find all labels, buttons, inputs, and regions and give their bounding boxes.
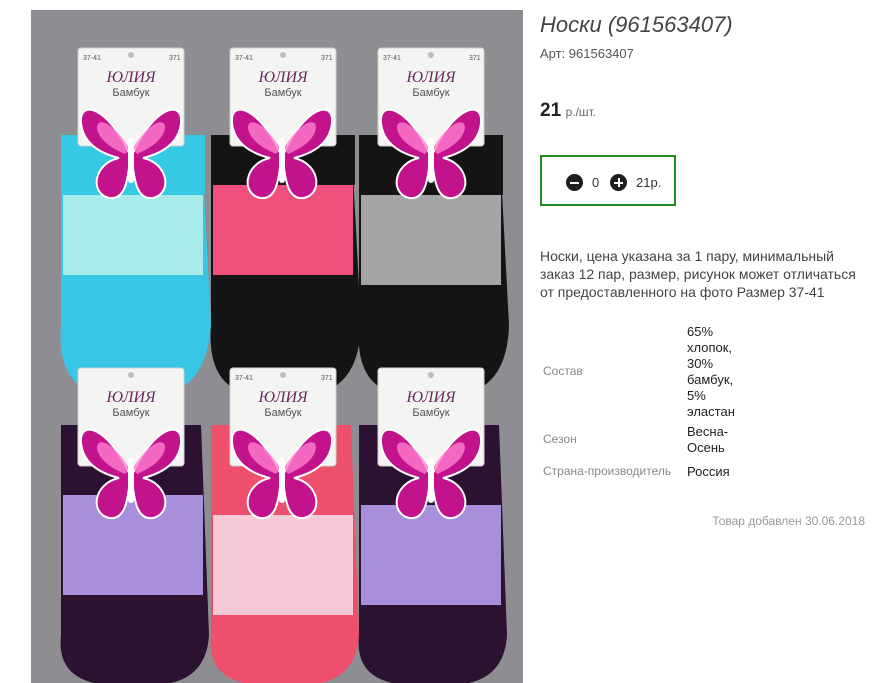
product-sku: Арт: 961563407 — [540, 46, 634, 61]
tag-brand-label: ЮЛИЯ — [405, 69, 457, 86]
property-label: Страна-производитель — [543, 464, 672, 478]
tag-brand-label: ЮЛИЯ — [105, 69, 157, 86]
tag-size-label: 37-41 — [383, 55, 401, 62]
property-label: Состав — [543, 364, 583, 378]
product-price: 21 р./шт. — [540, 100, 596, 122]
tag-code-label: 371 — [321, 55, 333, 62]
tag-material-label: Бамбук — [412, 407, 449, 419]
tag-code-label: 371 — [169, 55, 181, 62]
product-info: Носки (961563407) Арт: 961563407 21 р./ш… — [540, 0, 873, 683]
property-value: Весна-Осень — [687, 424, 729, 455]
tag-brand-label: ЮЛИЯ — [105, 389, 157, 406]
tag-code-label: 371 — [469, 55, 481, 62]
property-label: Сезон — [543, 432, 577, 446]
product-description: Носки, цена указана за 1 пару, минимальн… — [540, 248, 856, 300]
added-date: Товар добавлен 30.06.2018 — [712, 514, 865, 528]
cart-total: 21р. — [636, 175, 662, 190]
price-unit: р./шт. — [565, 105, 597, 119]
tag-brand-label: ЮЛИЯ — [257, 389, 309, 406]
tag-brand-label: ЮЛИЯ — [405, 389, 457, 406]
price-amount: 21 — [540, 100, 562, 121]
quantity-value: 0 — [592, 175, 600, 190]
property-value: 65% хлопок, 30% бамбук, 5% эластан — [687, 324, 735, 419]
tag-code-label: 371 — [321, 375, 333, 382]
tag-material-label: Бамбук — [264, 407, 301, 419]
property-value: Россия — [687, 464, 730, 479]
tag-size-label: 37-41 — [83, 55, 101, 62]
tag-material-label: Бамбук — [412, 87, 449, 99]
product-photo-image: 37-41 371 37-41 371 37-41 371 37-41 371 ЮЛИЯ… — [60, 47, 509, 683]
tag-material-label: Бамбук — [112, 407, 149, 419]
tag-size-label: 37-41 — [235, 55, 253, 62]
tag-brand-label: ЮЛИЯ — [257, 69, 309, 86]
product-photo[interactable]: 37-41 371 37-41 371 37-41 371 37-41 371 ЮЛИЯ… — [31, 10, 523, 683]
tag-material-label: Бамбук — [112, 87, 149, 99]
product-title: Носки (961563407) — [540, 12, 733, 37]
tag-size-label: 37-41 — [235, 375, 253, 382]
plus-circle-icon[interactable] — [610, 174, 627, 191]
quantity-box: 0 21р. — [540, 155, 676, 206]
minus-circle-icon[interactable] — [566, 174, 583, 191]
tag-material-label: Бамбук — [264, 87, 301, 99]
